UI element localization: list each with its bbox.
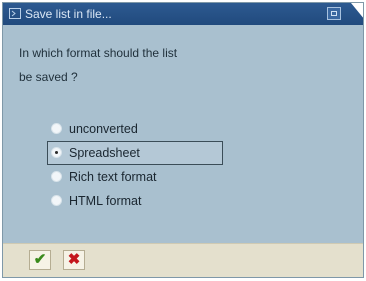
- save-list-dialog: Save list in file... In which format sho…: [2, 2, 364, 278]
- option-label: Spreadsheet: [69, 146, 140, 160]
- dialog-footer: ✔ ✖: [3, 243, 363, 277]
- cross-icon: ✖: [67, 251, 81, 268]
- radio-button[interactable]: [51, 123, 62, 134]
- format-options: unconverted Spreadsheet Rich text format…: [47, 117, 223, 213]
- restore-icon[interactable]: [327, 7, 341, 20]
- cancel-button[interactable]: ✖: [63, 250, 85, 270]
- title-bar-corner: [351, 3, 363, 25]
- option-rich-text-format[interactable]: Rich text format: [47, 165, 223, 189]
- window-icon: [9, 8, 21, 19]
- option-label: Rich text format: [69, 170, 157, 184]
- checkmark-icon: ✔: [33, 251, 47, 268]
- format-question: In which format should the list be saved…: [19, 41, 339, 89]
- option-spreadsheet[interactable]: Spreadsheet: [47, 141, 223, 165]
- option-unconverted[interactable]: unconverted: [47, 117, 223, 141]
- radio-button[interactable]: [51, 171, 62, 182]
- continue-button[interactable]: ✔: [29, 250, 51, 270]
- option-label: HTML format: [69, 194, 142, 208]
- radio-button[interactable]: [51, 147, 62, 158]
- question-line-2: be saved ?: [19, 70, 78, 84]
- title-bar[interactable]: Save list in file...: [3, 3, 363, 25]
- option-label: unconverted: [69, 122, 138, 136]
- question-line-1: In which format should the list: [19, 46, 178, 60]
- radio-button[interactable]: [51, 195, 62, 206]
- option-html-format[interactable]: HTML format: [47, 189, 223, 213]
- dialog-title: Save list in file...: [25, 7, 112, 21]
